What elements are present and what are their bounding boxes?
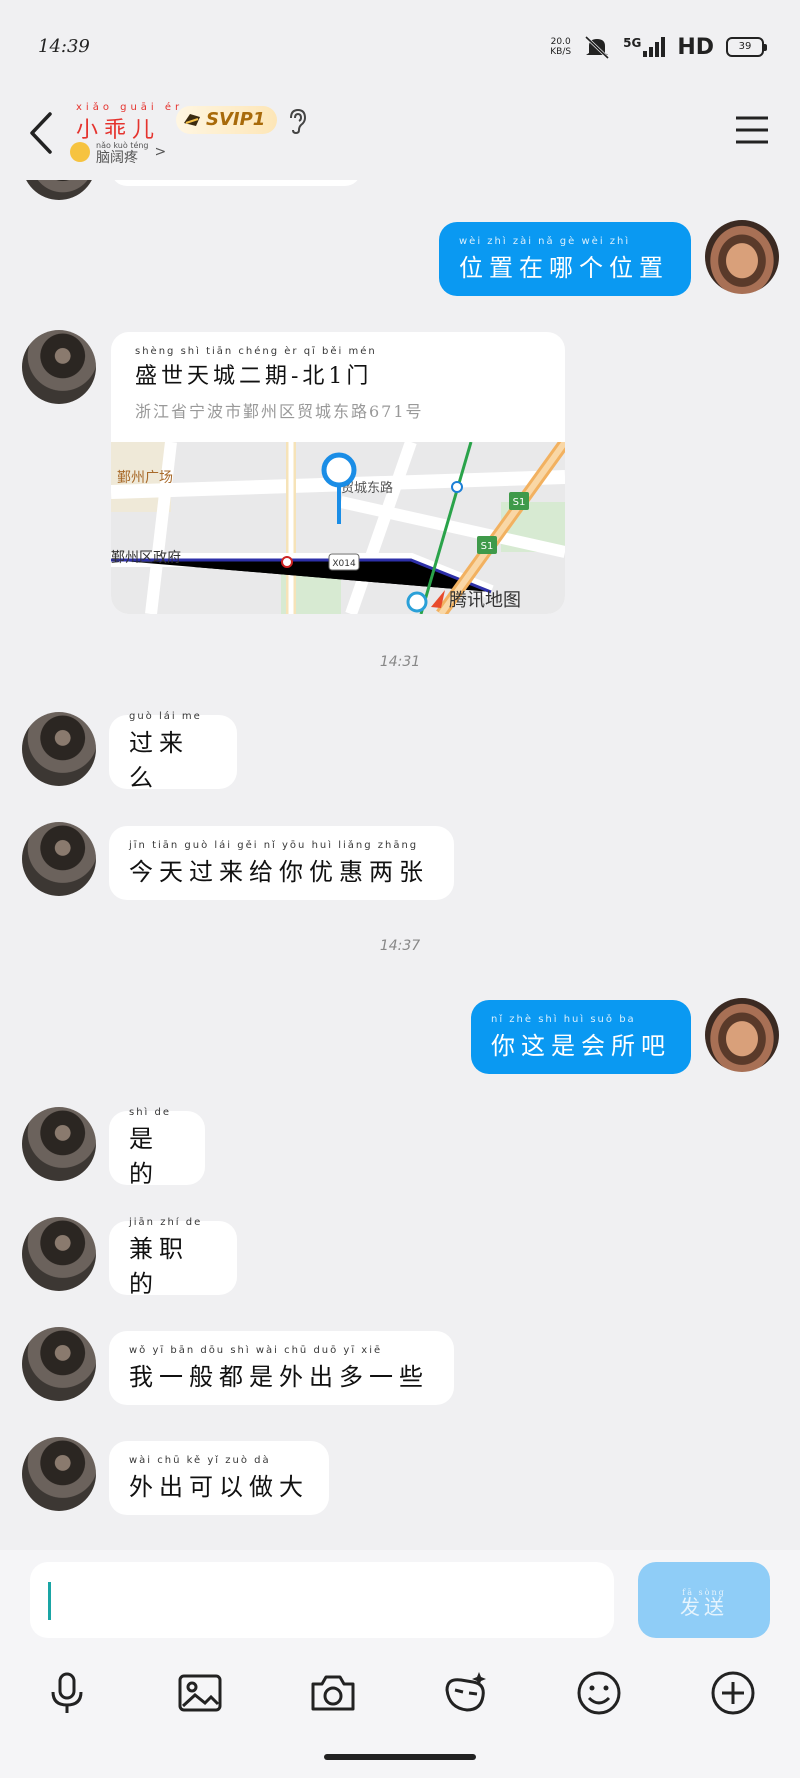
message-bubble-sent[interactable]: wèi zhì zài nǎ gè wèi zhì 位置在哪个位置 [439, 222, 691, 296]
emoji-icon[interactable] [574, 1668, 624, 1718]
road-code-label: X014 [332, 559, 356, 569]
message-bubble-received[interactable]: wài chū kě yǐ zuò dà 外出可以做大 [109, 1441, 329, 1515]
mic-icon[interactable] [42, 1668, 92, 1718]
sticker-icon[interactable] [441, 1668, 491, 1718]
location-card[interactable]: shèng shì tiān chéng èr qī běi mén 盛世天城二… [111, 332, 565, 614]
message-bubble-received[interactable]: shì de 是的 [109, 1107, 205, 1188]
timestamp: 14:37 [379, 938, 421, 954]
image-icon[interactable] [175, 1668, 225, 1718]
home-indicator [324, 1754, 476, 1760]
contact-avatar[interactable] [22, 1327, 96, 1401]
composer-toolbar [0, 1658, 800, 1728]
message-bubble-received[interactable]: jīn tiān guò lái gěi nǐ yōu huì liǎng zh… [109, 826, 454, 900]
highway-label: S1 [513, 497, 526, 508]
tencent-map-logo-icon [406, 591, 428, 613]
contact-avatar[interactable] [22, 1107, 96, 1181]
message-bubble-received[interactable]: jiān zhí de 兼职的 [109, 1217, 237, 1298]
contact-avatar[interactable] [22, 712, 96, 786]
contact-avatar[interactable] [22, 1437, 96, 1511]
svip-badge[interactable]: SVIP1 [176, 106, 278, 134]
timestamp: 14:31 [379, 654, 421, 670]
chevron-right-icon: > [154, 144, 167, 160]
message-bubble-sent[interactable]: nǐ zhè shì huì suǒ ba 你这是会所吧 [471, 1000, 691, 1074]
highway-label-2: S1 [481, 541, 494, 552]
status-time: 14:39 [38, 36, 90, 57]
send-button[interactable]: fā sòng 发送 [638, 1562, 770, 1638]
annoyed-emoji-icon [70, 142, 90, 162]
camera-icon[interactable] [308, 1668, 358, 1718]
contact-avatar[interactable] [22, 1217, 96, 1291]
chat-header: xiǎo guāi ér 小乖儿 SVIP1 nǎo kuò téng 脑阔疼 … [0, 90, 800, 180]
map-brand: 腾讯地图 [449, 590, 521, 611]
my-avatar[interactable] [705, 998, 779, 1072]
ear-icon[interactable] [286, 108, 308, 134]
location-address: 浙江省宁波市鄞州区贸城东路671号 [135, 402, 424, 421]
map-area-label-2: 鄞州区政府 [111, 550, 181, 566]
svip-icon [184, 114, 200, 126]
my-avatar[interactable] [705, 220, 779, 294]
message-bubble-received[interactable]: wǒ yī bān dōu shì wài chū duō yī xiē 我一般… [109, 1331, 454, 1405]
message-list[interactable]: wèi zhì zài nǎ gè wèi zhì 位置在哪个位置 shèng … [0, 140, 800, 1550]
status-icons: 20.0 KB/S 5G HD 39 [550, 30, 767, 64]
contact-avatar[interactable] [22, 822, 96, 896]
status-bar: 14:39 20.0 KB/S 5G HD 39 [0, 0, 800, 90]
mute-bell-icon [585, 35, 610, 60]
plus-icon[interactable] [708, 1668, 758, 1718]
signal-bars-icon [643, 37, 666, 57]
contact-name[interactable]: xiǎo guāi ér 小乖儿 [76, 102, 183, 144]
battery-icon: 39 [726, 37, 767, 57]
net-speed: 20.0 KB/S [550, 37, 572, 57]
location-title: shèng shì tiān chéng èr qī běi mén 盛世天城二… [135, 346, 377, 389]
location-map[interactable]: S1 S1 X014 鄞州广场 鄞州区政府 贸城东路 腾讯地图 [111, 442, 565, 614]
message-input[interactable] [30, 1562, 614, 1638]
map-area-label: 鄞州广场 [117, 470, 173, 486]
back-icon[interactable] [22, 108, 62, 158]
text-cursor [48, 1582, 51, 1620]
menu-icon[interactable] [734, 112, 770, 148]
composer: fā sòng 发送 [0, 1550, 800, 1778]
message-bubble-received[interactable]: guò lái me 过来么 [109, 711, 237, 792]
contact-avatar[interactable] [22, 330, 96, 404]
signal-indicator: 5G [623, 37, 666, 57]
hd-indicator: HD [677, 34, 714, 60]
contact-status[interactable]: nǎo kuò téng 脑阔疼 > [70, 140, 167, 165]
